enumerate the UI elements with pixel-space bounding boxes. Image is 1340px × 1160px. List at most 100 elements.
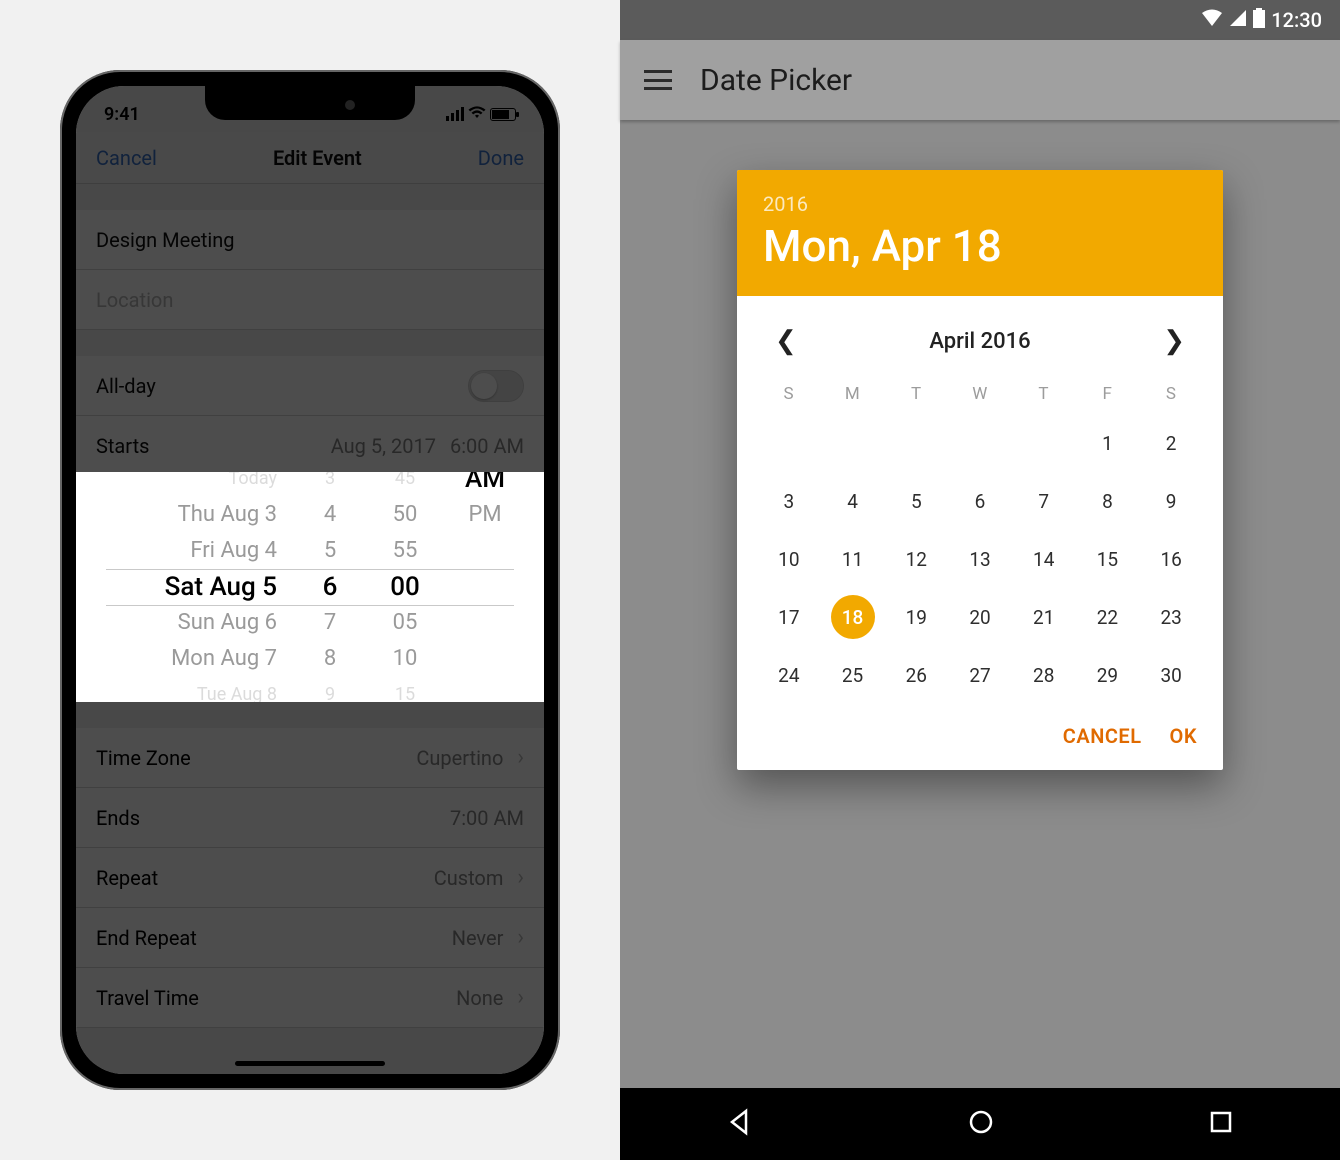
calendar-day[interactable]: 18 — [821, 588, 885, 646]
ends-value: 7:00 AM — [450, 806, 524, 830]
calendar-day[interactable]: 4 — [821, 472, 885, 530]
iphone-frame: 9:41 Cancel Edit Event Done Desig — [60, 70, 560, 1090]
calendar-day[interactable]: 3 — [757, 472, 821, 530]
repeat-label: Repeat — [96, 866, 158, 890]
repeat-row[interactable]: Repeat Custom › — [76, 848, 544, 908]
calendar-day[interactable]: 19 — [884, 588, 948, 646]
day-of-week-header: SMTWTFS — [757, 384, 1203, 404]
event-title-value: Design Meeting — [96, 228, 235, 252]
home-button[interactable] — [967, 1108, 995, 1140]
android-nav-bar — [620, 1088, 1340, 1160]
calendar-day[interactable]: 23 — [1139, 588, 1203, 646]
calendar-day[interactable]: 9 — [1139, 472, 1203, 530]
calendar-day[interactable]: 24 — [757, 646, 821, 704]
time-zone-label: Time Zone — [96, 746, 191, 770]
ends-row[interactable]: Ends 7:00 AM — [76, 788, 544, 848]
calendar-day[interactable]: 6 — [948, 472, 1012, 530]
end-repeat-label: End Repeat — [96, 926, 197, 950]
location-placeholder: Location — [96, 288, 173, 312]
all-day-row: All-day — [76, 356, 544, 416]
next-month-button[interactable]: ❯ — [1155, 322, 1193, 360]
back-button[interactable] — [726, 1108, 754, 1140]
datetime-picker[interactable]: Today Thu Aug 3 Fri Aug 4 Sat Aug 5 Sun … — [76, 472, 544, 702]
location-field[interactable]: Location — [76, 270, 544, 330]
cancel-button[interactable]: CANCEL — [1063, 724, 1142, 748]
calendar-day: . — [884, 414, 948, 472]
calendar-day[interactable]: 12 — [884, 530, 948, 588]
picker-ampm-wheel[interactable]: AM PM — [445, 472, 525, 702]
wifi-icon — [1201, 8, 1223, 32]
calendar-day[interactable]: 1 — [1076, 414, 1140, 472]
calendar-day[interactable]: 29 — [1076, 646, 1140, 704]
ios-navbar: Cancel Edit Event Done — [76, 132, 544, 184]
battery-icon — [1253, 8, 1265, 33]
starts-date: Aug 5, 2017 — [331, 434, 436, 458]
picker-date-wheel[interactable]: Today Thu Aug 3 Fri Aug 4 Sat Aug 5 Sun … — [95, 472, 295, 702]
all-day-toggle[interactable] — [468, 370, 524, 402]
chevron-right-icon: › — [517, 745, 524, 770]
all-day-label: All-day — [96, 374, 156, 398]
header-year[interactable]: 2016 — [763, 192, 1197, 216]
end-repeat-row[interactable]: End Repeat Never › — [76, 908, 544, 968]
ends-label: Ends — [96, 806, 140, 830]
repeat-value: Custom — [434, 866, 504, 890]
calendar-day[interactable]: 7 — [1012, 472, 1076, 530]
event-title-field[interactable]: Design Meeting — [76, 210, 544, 270]
prev-month-button[interactable]: ❮ — [767, 322, 805, 360]
calendar-day[interactable]: 27 — [948, 646, 1012, 704]
ok-button[interactable]: OK — [1170, 724, 1197, 748]
starts-row[interactable]: Starts Aug 5, 2017 6:00 AM — [76, 416, 544, 476]
calendar-grid: .....12345678910111213141516171819202122… — [757, 414, 1203, 704]
calendar-day[interactable]: 17 — [757, 588, 821, 646]
calendar-day: . — [948, 414, 1012, 472]
calendar-day[interactable]: 30 — [1139, 646, 1203, 704]
menu-icon[interactable] — [644, 70, 672, 90]
chevron-right-icon: › — [517, 865, 524, 890]
calendar-day[interactable]: 22 — [1076, 588, 1140, 646]
month-label: April 2016 — [929, 329, 1030, 354]
done-button[interactable]: Done — [478, 146, 524, 170]
calendar-day[interactable]: 25 — [821, 646, 885, 704]
chevron-right-icon: › — [517, 985, 524, 1010]
cancel-button[interactable]: Cancel — [96, 146, 157, 170]
calendar-day[interactable]: 16 — [1139, 530, 1203, 588]
calendar-day[interactable]: 28 — [1012, 646, 1076, 704]
chevron-right-icon: › — [517, 925, 524, 950]
travel-time-value: None — [456, 986, 503, 1010]
calendar-day[interactable]: 15 — [1076, 530, 1140, 588]
starts-time: 6:00 AM — [450, 434, 524, 458]
calendar-day[interactable]: 26 — [884, 646, 948, 704]
calendar-day[interactable]: 5 — [884, 472, 948, 530]
home-indicator — [235, 1061, 385, 1066]
calendar-day[interactable]: 13 — [948, 530, 1012, 588]
picker-hour-wheel[interactable]: 3 4 5 6 7 8 9 — [295, 472, 365, 702]
starts-label: Starts — [96, 434, 149, 458]
appbar: Date Picker — [620, 40, 1340, 120]
date-picker-dialog: 2016 Mon, Apr 18 ❮ April 2016 ❯ SMTWTFS … — [737, 170, 1223, 770]
calendar-day[interactable]: 2 — [1139, 414, 1203, 472]
calendar-day[interactable]: 14 — [1012, 530, 1076, 588]
calendar-day[interactable]: 21 — [1012, 588, 1076, 646]
calendar-day: . — [757, 414, 821, 472]
header-date[interactable]: Mon, Apr 18 — [763, 220, 1197, 272]
time-zone-row[interactable]: Time Zone Cupertino › — [76, 728, 544, 788]
dialog-header: 2016 Mon, Apr 18 — [737, 170, 1223, 296]
travel-time-row[interactable]: Travel Time None › — [76, 968, 544, 1028]
calendar-day[interactable]: 20 — [948, 588, 1012, 646]
calendar-day[interactable]: 11 — [821, 530, 885, 588]
calendar-day: . — [1012, 414, 1076, 472]
calendar-day[interactable]: 8 — [1076, 472, 1140, 530]
calendar-day[interactable]: 10 — [757, 530, 821, 588]
android-status-time: 12:30 — [1271, 8, 1322, 32]
picker-minute-wheel[interactable]: 45 50 55 00 05 10 15 — [365, 472, 445, 702]
cellular-icon — [1229, 8, 1247, 32]
appbar-title: Date Picker — [700, 63, 852, 98]
travel-time-label: Travel Time — [96, 986, 199, 1010]
recent-button[interactable] — [1208, 1109, 1234, 1139]
calendar-day: . — [821, 414, 885, 472]
page-title: Edit Event — [273, 146, 362, 170]
time-zone-value: Cupertino — [416, 746, 503, 770]
android-status-bar: 12:30 — [620, 0, 1340, 40]
end-repeat-value: Never — [452, 926, 504, 950]
notch — [205, 86, 415, 120]
